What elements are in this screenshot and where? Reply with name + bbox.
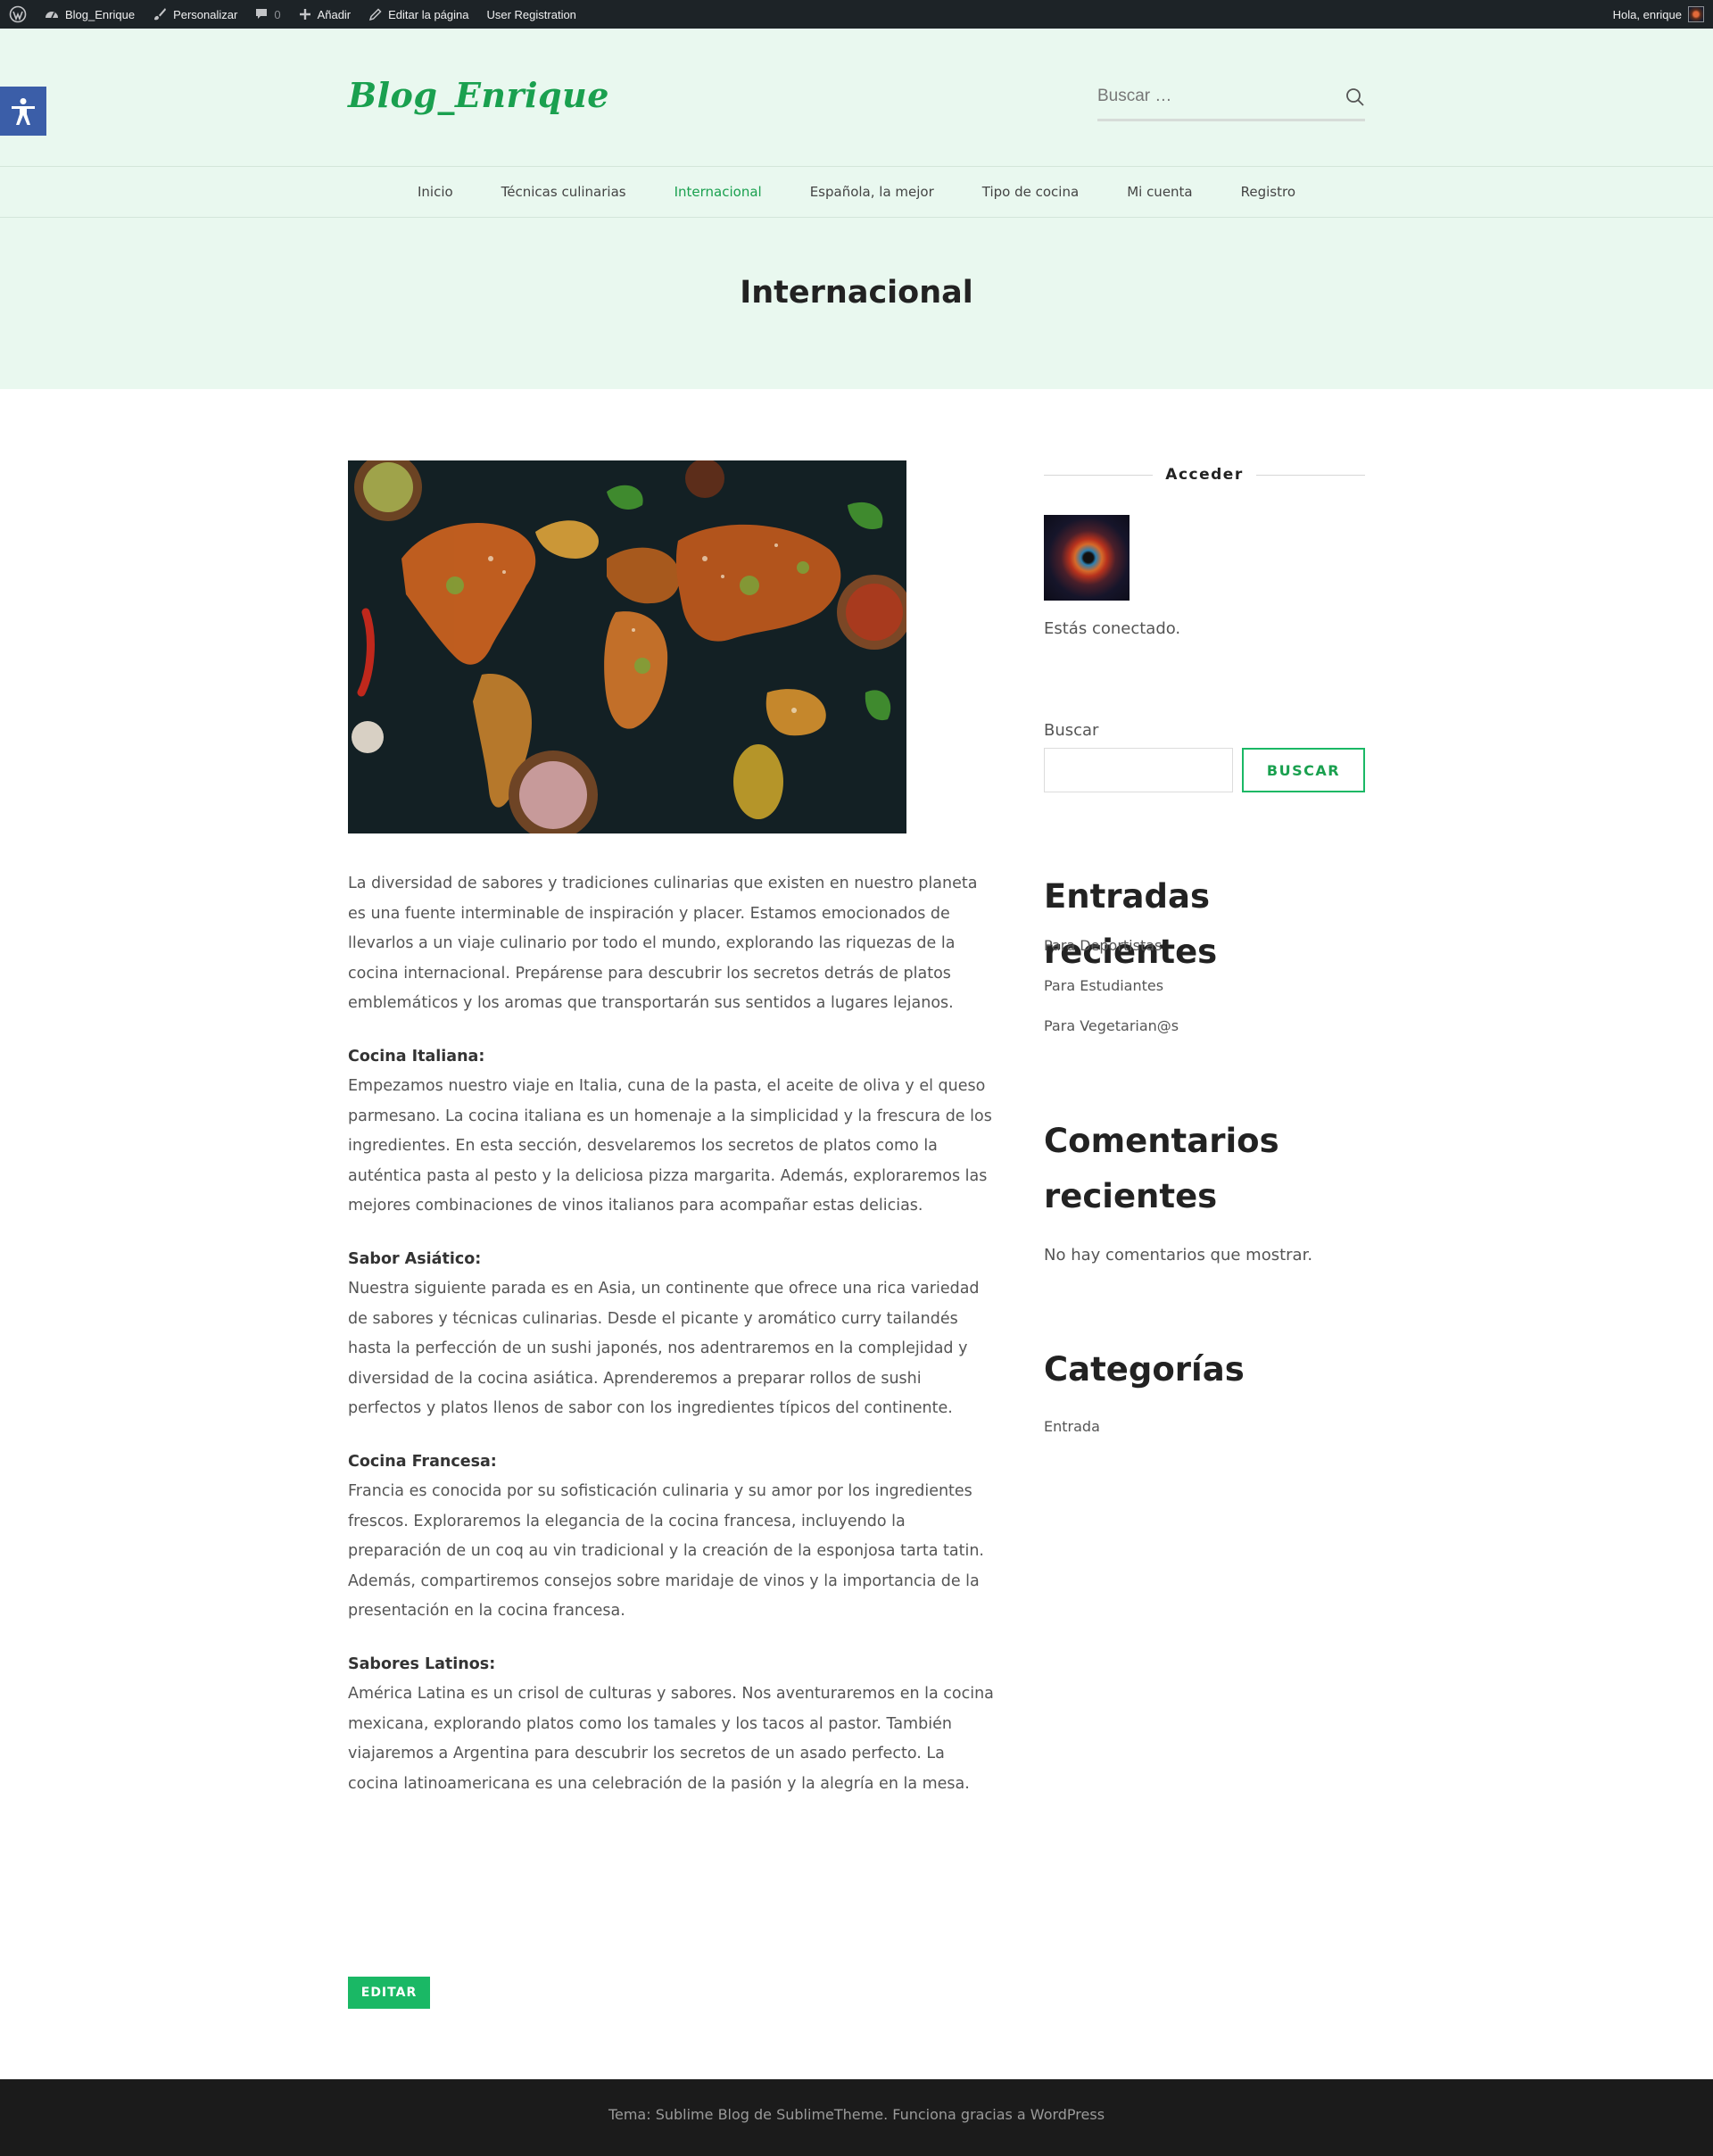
- page-header: Internacional: [0, 218, 1713, 389]
- nav-item-mi-cuenta[interactable]: Mi cuenta: [1103, 184, 1216, 200]
- header-search-input[interactable]: [1097, 79, 1329, 114]
- accessibility-icon: [12, 98, 35, 125]
- section-text: Empezamos nuestro viaje en Italia, cuna …: [348, 1077, 992, 1215]
- customize-link[interactable]: Personalizar: [144, 0, 246, 29]
- user-registration-link[interactable]: User Registration: [477, 0, 584, 29]
- brush-icon: [154, 8, 167, 21]
- site-logo[interactable]: Blog_Enrique: [348, 75, 609, 115]
- dashboard-icon: [46, 12, 58, 19]
- list-item[interactable]: Para Deportistas: [1044, 933, 1179, 973]
- edit-page-label: Editar la página: [388, 7, 469, 21]
- login-title: Acceder: [1165, 466, 1244, 484]
- customize-label: Personalizar: [173, 7, 238, 21]
- accessibility-toggle[interactable]: [0, 87, 46, 136]
- search-icon[interactable]: [1345, 87, 1365, 107]
- featured-image: [348, 460, 906, 833]
- recent-comments-title-line1: Comentarios: [1044, 1122, 1279, 1160]
- user-registration-label: User Registration: [486, 7, 576, 21]
- section-french: Cocina Francesa: Francia es conocida por …: [348, 1447, 999, 1627]
- footer-credit[interactable]: Tema: Sublime Blog de SublimeTheme. Func…: [0, 2106, 1713, 2123]
- wp-logo-menu[interactable]: [0, 0, 36, 29]
- sidebar-search-button[interactable]: BUSCAR: [1242, 748, 1365, 792]
- nav-item-tipo-de-cocina[interactable]: Tipo de cocina: [958, 184, 1103, 200]
- greeting-text: Hola, enrique: [1612, 7, 1682, 21]
- my-account-menu[interactable]: Hola, enrique: [1604, 0, 1713, 29]
- edit-button[interactable]: EDITAR: [348, 1977, 430, 2009]
- avatar[interactable]: [1044, 515, 1130, 601]
- wordpress-icon: [9, 5, 27, 23]
- section-text: América Latina es un crisol de culturas …: [348, 1685, 994, 1793]
- comment-icon: [256, 9, 268, 19]
- login-status: Estás conectado.: [1044, 619, 1181, 638]
- section-latin: Sabores Latinos: América Latina es un cri…: [348, 1650, 999, 1800]
- section-heading: Sabor Asiático:: [348, 1249, 482, 1268]
- site-header: Blog_Enrique: [0, 29, 1713, 166]
- site-footer: Tema: Sublime Blog de SublimeTheme. Func…: [0, 2079, 1713, 2156]
- site-name: Blog_Enrique: [65, 7, 136, 21]
- page-title: Internacional: [740, 275, 973, 311]
- add-new-menu[interactable]: Añadir: [290, 0, 360, 29]
- admin-bar: Blog_Enrique Personalizar 0 Añadir Edita…: [0, 0, 1713, 29]
- section-heading: Cocina Francesa:: [348, 1452, 497, 1471]
- sidebar: Acceder Estás conectado. Buscar BUSCAR E…: [1044, 460, 1365, 1435]
- nav-item-técnicas-culinarias[interactable]: Técnicas culinarias: [477, 184, 650, 200]
- intro-paragraph: La diversidad de sabores y tradiciones c…: [348, 875, 978, 1012]
- post-content: La diversidad de sabores y tradiciones c…: [348, 869, 999, 1822]
- section-heading: Sabores Latinos:: [348, 1654, 496, 1673]
- main-navigation: Inicio Técnicas culinarias Internacional Es…: [0, 166, 1713, 218]
- categories-title: Categorías: [1044, 1350, 1245, 1389]
- list-item[interactable]: Para Estudiantes: [1044, 973, 1179, 1013]
- section-italian: Cocina Italiana: Empezamos nuestro viaje …: [348, 1042, 999, 1222]
- comments-count: 0: [274, 7, 281, 21]
- categories-list: Entrada: [1044, 1414, 1100, 1454]
- section-text: Francia es conocida por su sofisticación…: [348, 1482, 984, 1620]
- nav-item-registro[interactable]: Registro: [1217, 184, 1320, 200]
- sidebar-search-input[interactable]: [1044, 748, 1233, 792]
- list-item[interactable]: Para Vegetarian@s: [1044, 1013, 1179, 1053]
- add-new-label: Añadir: [317, 7, 352, 21]
- search-widget-label: Buscar: [1044, 721, 1099, 740]
- plus-icon: [299, 9, 310, 20]
- header-search: [1097, 79, 1365, 121]
- nav-item-inicio[interactable]: Inicio: [393, 184, 477, 200]
- recent-comments-title-line2: recientes: [1044, 1177, 1218, 1215]
- recent-posts-list: Para Deportistas Para Estudiantes Para V…: [1044, 933, 1179, 1053]
- recent-comments-empty: No hay comentarios que mostrar.: [1044, 1246, 1313, 1265]
- login-widget-title: Acceder: [1044, 460, 1365, 489]
- pencil-icon: [369, 7, 382, 21]
- section-heading: Cocina Italiana:: [348, 1047, 485, 1066]
- section-text: Nuestra siguiente parada es en Asia, un …: [348, 1280, 980, 1417]
- nav-item-internacional[interactable]: Internacional: [650, 184, 786, 200]
- comments-link[interactable]: 0: [246, 0, 289, 29]
- section-asian: Sabor Asiático: Nuestra siguiente parada …: [348, 1245, 999, 1424]
- site-name-menu[interactable]: Blog_Enrique: [36, 0, 144, 29]
- spice-world-map-image: [348, 460, 906, 833]
- nav-item-española-la-mejor[interactable]: Española, la mejor: [786, 184, 958, 200]
- admin-avatar: [1688, 6, 1704, 22]
- list-item[interactable]: Entrada: [1044, 1414, 1100, 1454]
- edit-page-link[interactable]: Editar la página: [360, 0, 477, 29]
